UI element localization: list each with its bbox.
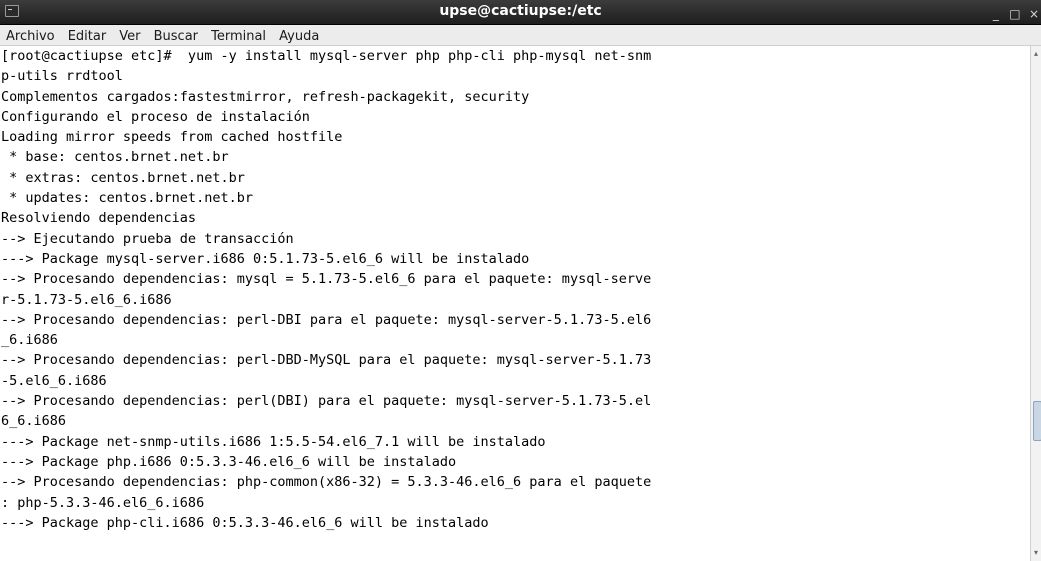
terminal-line: ---> Package net-snmp-utils.i686 1:5.5-5… bbox=[1, 433, 546, 450]
terminal-line: ---> Package php-cli.i686 0:5.3.3-46.el6… bbox=[1, 514, 489, 531]
terminal-line: _6.i686 bbox=[1, 332, 58, 349]
terminal-line: --> Procesando dependencias: perl-DBI pa… bbox=[1, 311, 652, 328]
menu-editar[interactable]: Editar bbox=[64, 27, 111, 47]
scroll-up-icon[interactable]: ▴ bbox=[1032, 48, 1040, 60]
terminal-line: Loading mirror speeds from cached hostfi… bbox=[1, 129, 343, 146]
terminal-line: Resolviendo dependencias bbox=[1, 210, 197, 227]
menu-ayuda[interactable]: Ayuda bbox=[275, 27, 323, 47]
menu-archivo[interactable]: Archivo bbox=[2, 27, 59, 47]
terminal-line: ---> Package php.i686 0:5.3.3-46.el6_6 w… bbox=[1, 453, 457, 470]
terminal-line: * updates: centos.brnet.net.br bbox=[1, 190, 253, 207]
vertical-scrollbar[interactable]: ▴ ▾ bbox=[1030, 46, 1041, 561]
terminal-output[interactable]: [root@cactiupse etc]# yum -y install mys… bbox=[0, 46, 1030, 561]
scroll-down-icon[interactable]: ▾ bbox=[1032, 547, 1040, 559]
terminal-line: : php-5.3.3-46.el6_6.i686 bbox=[1, 494, 205, 511]
minimize-button[interactable]: _ bbox=[989, 5, 1003, 23]
menu-buscar[interactable]: Buscar bbox=[150, 27, 202, 47]
terminal-line: ---> Package mysql-server.i686 0:5.1.73-… bbox=[1, 250, 530, 267]
terminal-line: Complementos cargados:fastestmirror, ref… bbox=[1, 88, 530, 105]
terminal-line: --> Procesando dependencias: php-common(… bbox=[1, 474, 652, 491]
terminal-window: upse@cactiupse:/etc _ □ × Archivo Editar… bbox=[0, 0, 1041, 561]
terminal-line: --> Procesando dependencias: mysql = 5.1… bbox=[1, 271, 652, 288]
terminal-line: -5.el6_6.i686 bbox=[1, 372, 107, 389]
title-bar[interactable]: upse@cactiupse:/etc _ □ × bbox=[0, 0, 1041, 25]
window-title: upse@cactiupse:/etc bbox=[439, 3, 602, 19]
terminal-line: r-5.1.73-5.el6_6.i686 bbox=[1, 291, 172, 308]
terminal-line: --> Procesando dependencias: perl-DBD-My… bbox=[1, 352, 652, 369]
menu-terminal[interactable]: Terminal bbox=[207, 27, 270, 47]
terminal-line: [root@cactiupse etc]# yum -y install mys… bbox=[1, 48, 652, 64]
maximize-button[interactable]: □ bbox=[1008, 5, 1022, 23]
terminal-line: --> Ejecutando prueba de transacción bbox=[1, 230, 294, 247]
window-controls: _ □ × bbox=[989, 3, 1041, 21]
terminal-line: * base: centos.brnet.net.br bbox=[1, 149, 229, 166]
menu-ver[interactable]: Ver bbox=[115, 27, 144, 47]
close-button[interactable]: × bbox=[1027, 5, 1041, 23]
terminal-line: * extras: centos.brnet.net.br bbox=[1, 169, 245, 186]
terminal-line: --> Procesando dependencias: perl(DBI) p… bbox=[1, 393, 652, 410]
terminal-line: 6_6.i686 bbox=[1, 413, 67, 430]
terminal-line: Configurando el proceso de instalación bbox=[1, 108, 310, 125]
scrollbar-thumb[interactable] bbox=[1033, 401, 1041, 441]
terminal-line: p-utils rrdtool bbox=[1, 68, 123, 85]
menu-bar: Archivo Editar Ver Buscar Terminal Ayuda bbox=[0, 25, 1041, 46]
